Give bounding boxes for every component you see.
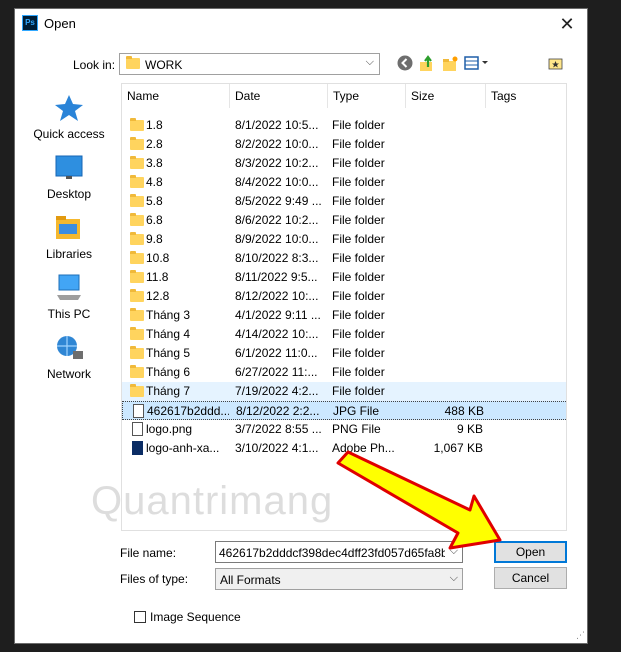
annotation-arrow-shape (336, 450, 502, 550)
annotation-arrow (336, 450, 502, 550)
